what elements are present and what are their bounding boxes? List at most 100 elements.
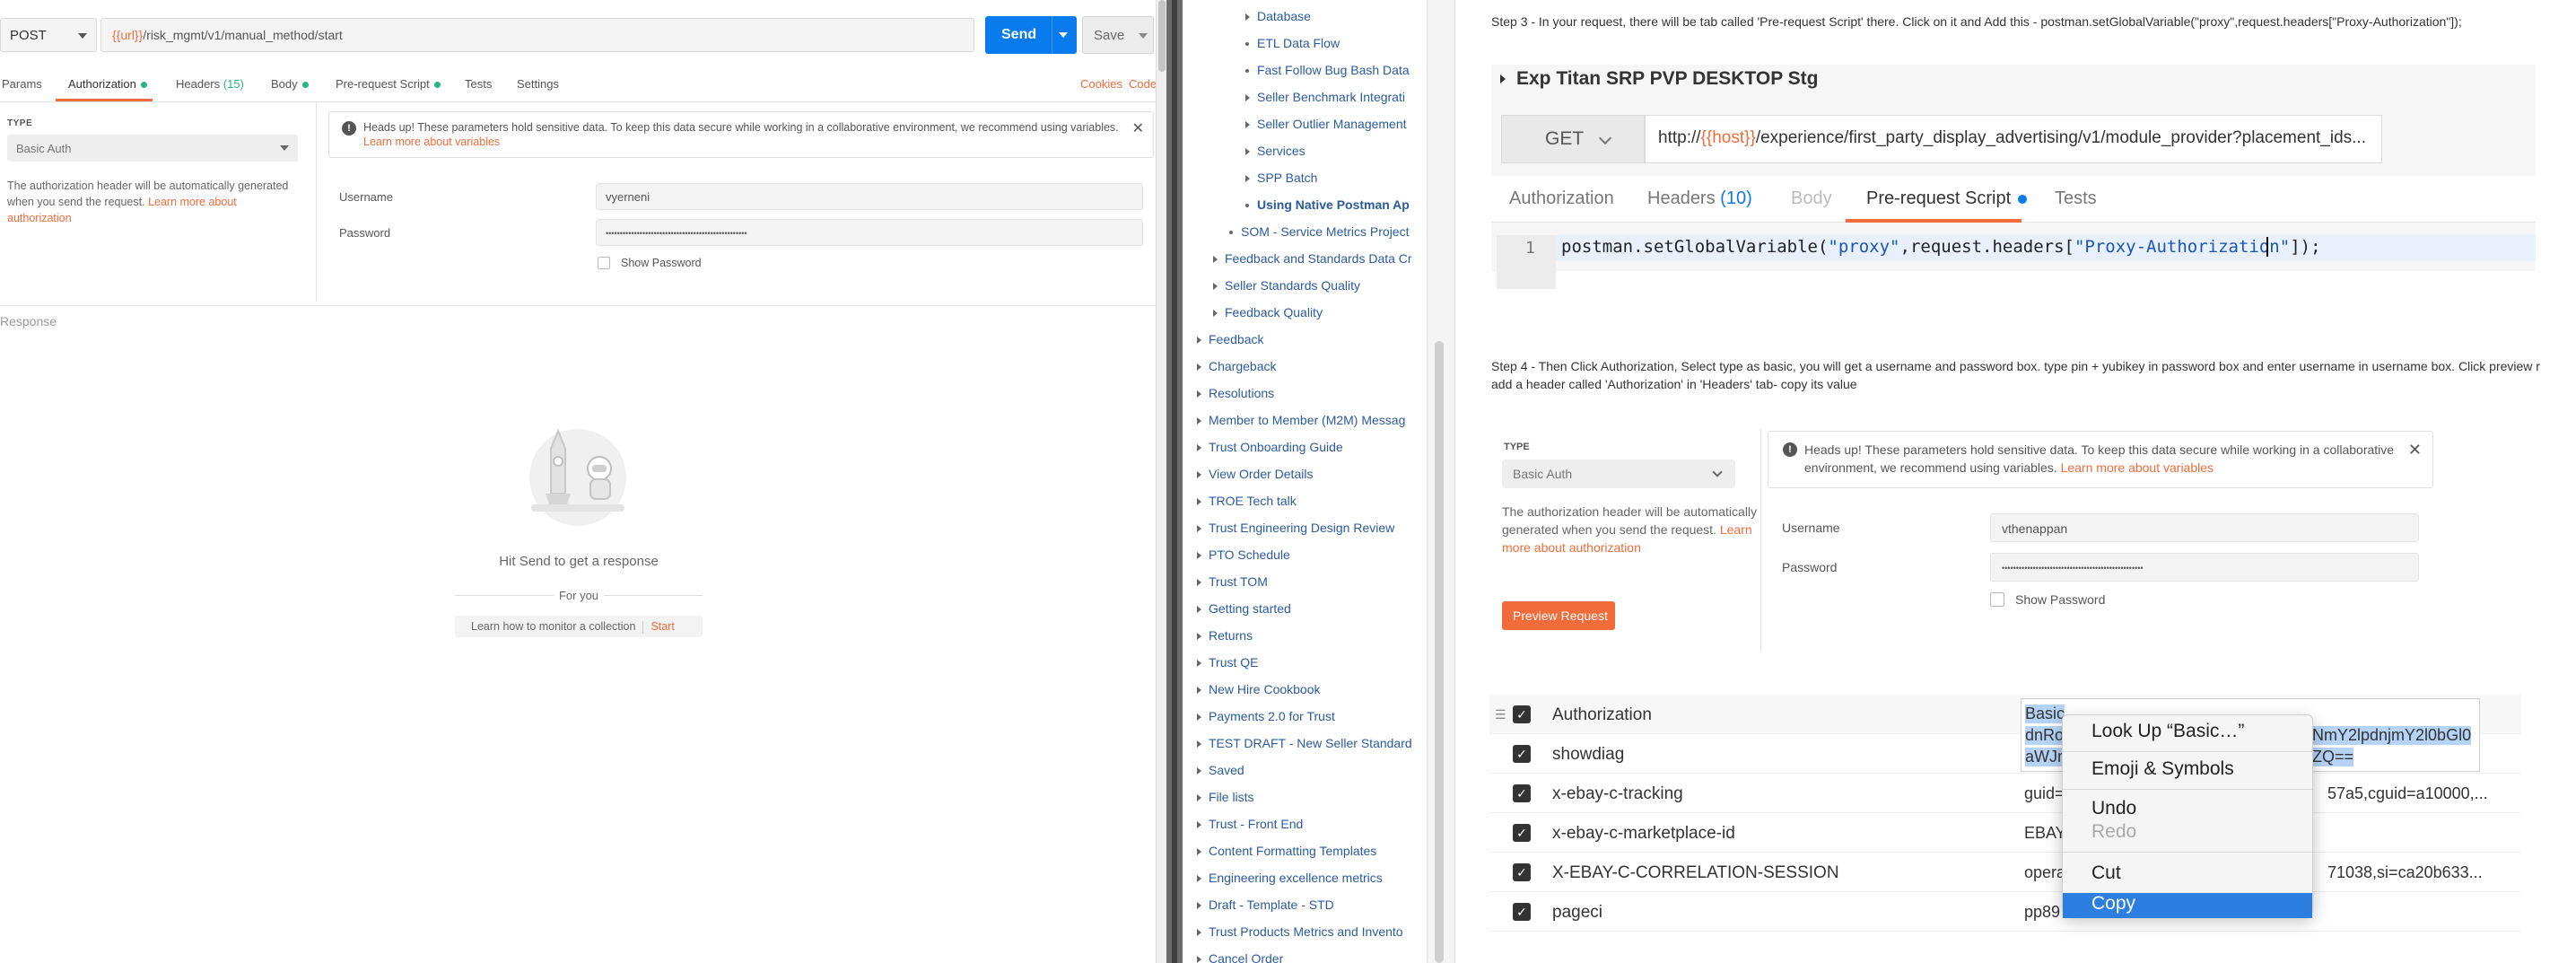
tree-item[interactable]: Saved <box>1197 763 1244 777</box>
header-key[interactable]: x-ebay-c-marketplace-id <box>1552 824 1735 844</box>
menu-copy[interactable]: Copy <box>2091 893 2135 915</box>
chevron-right-icon[interactable] <box>1197 767 1201 775</box>
learn-variables-link[interactable]: Learn more about variables <box>363 136 500 148</box>
code-link[interactable]: Code <box>1129 77 1157 91</box>
header-value[interactable]: EBAY <box>2024 824 2066 843</box>
header-enabled-checkbox[interactable]: ✓ <box>1513 824 1531 842</box>
shot1-url-input[interactable]: http://{{host}}/experience/first_party_d… <box>1645 115 2382 163</box>
chevron-right-icon[interactable] <box>1197 444 1201 452</box>
tree-item[interactable]: Engineering excellence metrics <box>1197 871 1383 885</box>
header-enabled-checkbox[interactable]: ✓ <box>1513 705 1531 723</box>
tree-item[interactable]: TEST DRAFT - New Seller Standard <box>1197 736 1412 750</box>
tree-item[interactable]: Cancel Order <box>1197 951 1283 963</box>
tree-item[interactable]: Feedback Quality <box>1213 305 1323 320</box>
tree-item[interactable]: Getting started <box>1197 601 1291 616</box>
tab-params[interactable]: Params <box>2 77 42 91</box>
postman-scrollbar[interactable] <box>1156 0 1166 963</box>
menu-emoji-symbols[interactable]: Emoji & Symbols <box>2091 758 2234 780</box>
chevron-right-icon[interactable] <box>1197 848 1201 856</box>
shot2-learn-variables-link[interactable]: Learn more about variables <box>2061 460 2214 475</box>
method-select[interactable]: POST <box>0 18 97 52</box>
chevron-right-icon[interactable] <box>1197 687 1201 695</box>
header-key[interactable]: x-ebay-c-tracking <box>1552 784 1683 804</box>
tab-headers[interactable]: Headers (15) <box>176 77 244 91</box>
tree-item[interactable]: Trust Products Metrics and Invento <box>1197 924 1403 939</box>
tab-prerequest[interactable]: Pre-request Script <box>336 77 441 91</box>
menu-cut[interactable]: Cut <box>2091 862 2121 884</box>
tab-body[interactable]: Body <box>271 77 309 91</box>
shot1-method-select[interactable]: GET <box>1501 115 1645 163</box>
send-options-icon[interactable] <box>1059 32 1068 38</box>
tree-item[interactable]: SPP Batch <box>1245 171 1317 185</box>
tree-item[interactable]: Trust - Front End <box>1197 817 1303 831</box>
header-key[interactable]: Authorization <box>1552 705 1652 725</box>
tab-settings[interactable]: Settings <box>517 77 559 91</box>
tree-item[interactable]: Trust QE <box>1197 655 1259 670</box>
shot1-tab-body[interactable]: Body <box>1791 188 1832 209</box>
tree-item[interactable]: Services <box>1245 144 1305 158</box>
tree-item[interactable]: View Order Details <box>1197 467 1313 481</box>
header-key[interactable]: pageci <box>1552 903 1602 923</box>
chevron-right-icon[interactable] <box>1197 552 1201 560</box>
chevron-right-icon[interactable] <box>1213 283 1218 291</box>
chevron-right-icon[interactable] <box>1197 794 1201 802</box>
chevron-right-icon[interactable] <box>1197 713 1201 722</box>
tree-item[interactable]: Seller Benchmark Integrati <box>1245 90 1405 104</box>
tree-item[interactable]: Chargeback <box>1197 359 1277 373</box>
header-key[interactable]: X-EBAY-C-CORRELATION-SESSION <box>1552 863 1839 883</box>
header-enabled-checkbox[interactable]: ✓ <box>1513 863 1531 881</box>
header-value[interactable]: guid= <box>2024 784 2065 803</box>
tree-item[interactable]: Feedback and Standards Data Cr <box>1213 251 1412 266</box>
header-value[interactable]: opera <box>2024 863 2065 882</box>
tree-item[interactable]: Seller Standards Quality <box>1213 278 1360 293</box>
save-options-icon[interactable] <box>1139 33 1148 39</box>
tree-item[interactable]: Trust Onboarding Guide <box>1197 440 1343 454</box>
tab-tests[interactable]: Tests <box>465 77 492 91</box>
tree-item[interactable]: Trust TOM <box>1197 574 1268 589</box>
header-enabled-checkbox[interactable]: ✓ <box>1513 745 1531 763</box>
preview-request-button[interactable]: Preview Request <box>1502 601 1615 630</box>
chevron-right-icon[interactable] <box>1245 175 1250 183</box>
chevron-right-icon[interactable] <box>1197 390 1201 398</box>
tree-item[interactable]: Feedback <box>1197 332 1263 346</box>
chevron-right-icon[interactable] <box>1197 633 1201 641</box>
chevron-right-icon[interactable] <box>1213 310 1218 318</box>
tree-item[interactable]: SOM - Service Metrics Project <box>1229 224 1409 239</box>
tree-item[interactable]: TROE Tech talk <box>1197 494 1297 508</box>
drag-handle-icon[interactable]: ☰ <box>1495 707 1506 722</box>
shot1-tab-prerequest[interactable]: Pre-request Script <box>1866 188 2028 209</box>
header-enabled-checkbox[interactable]: ✓ <box>1513 784 1531 802</box>
tree-item[interactable]: Returns <box>1197 628 1253 643</box>
chevron-right-icon[interactable] <box>1245 13 1250 22</box>
url-input[interactable]: {{url}}/risk_mgmt/v1/manual_method/start <box>100 18 974 52</box>
menu-look-up[interactable]: Look Up “Basic…” <box>2091 721 2244 742</box>
close-icon[interactable]: ✕ <box>1132 119 1144 137</box>
chevron-right-icon[interactable] <box>1197 579 1201 587</box>
save-button[interactable]: Save <box>1082 16 1154 54</box>
chevron-right-icon[interactable] <box>1245 121 1250 129</box>
chevron-right-icon[interactable] <box>1197 902 1201 910</box>
shot2-username-input[interactable]: vthenappan <box>1990 513 2419 542</box>
tree-item[interactable]: PTO Schedule <box>1197 547 1290 562</box>
chevron-right-icon[interactable] <box>1213 256 1218 264</box>
send-button[interactable]: Send <box>985 16 1077 54</box>
chevron-right-icon[interactable] <box>1245 148 1250 156</box>
tree-item[interactable]: ETL Data Flow <box>1245 36 1340 50</box>
tab-authorization[interactable]: Authorization <box>68 77 147 91</box>
tree-scrollbar[interactable] <box>1427 0 1455 963</box>
chevron-right-icon[interactable] <box>1197 606 1201 614</box>
shot2-password-input[interactable]: ••••••••••••••••••••••••••••••••••••••••… <box>1990 553 2419 582</box>
tree-scrollbar-thumb[interactable] <box>1435 341 1444 963</box>
tree-item[interactable]: Database <box>1245 9 1311 23</box>
header-value[interactable]: pp89 <box>2024 903 2060 922</box>
close-icon[interactable]: ✕ <box>2408 441 2422 460</box>
shot2-auth-type-select[interactable]: Basic Auth <box>1502 460 1735 488</box>
prerequest-code[interactable]: postman.setGlobalVariable("proxy",reques… <box>1561 237 2321 257</box>
tree-item[interactable]: Trust Engineering Design Review <box>1197 521 1394 535</box>
auth-type-select[interactable]: Basic Auth <box>7 135 298 162</box>
chevron-right-icon[interactable] <box>1197 875 1201 883</box>
chevron-right-icon[interactable] <box>1197 956 1201 963</box>
username-input[interactable]: vyerneni <box>596 183 1143 210</box>
scrollbar-thumb[interactable] <box>1158 0 1166 72</box>
menu-undo[interactable]: Undo <box>2091 798 2136 819</box>
